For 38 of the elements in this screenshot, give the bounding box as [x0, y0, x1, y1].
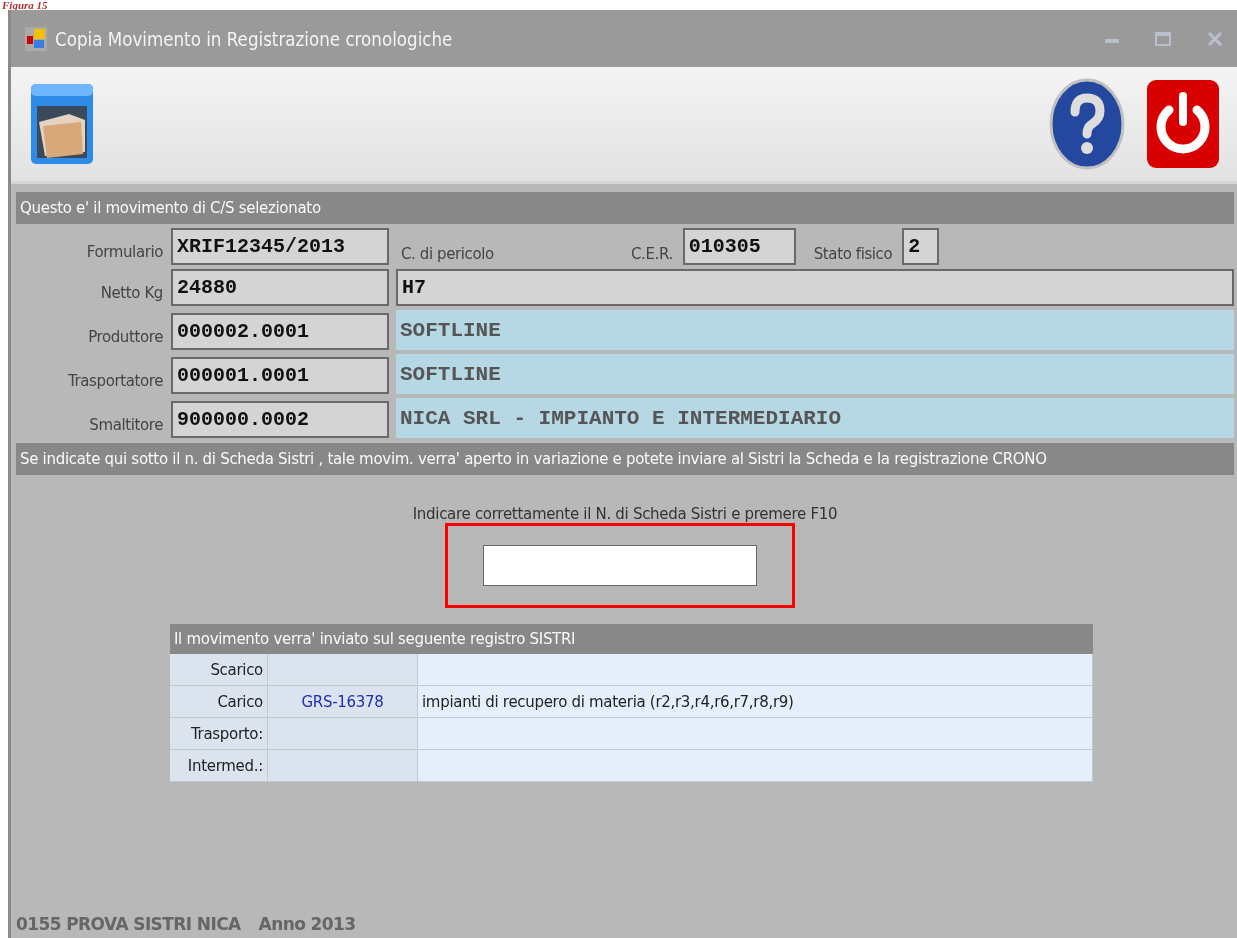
window-title: Copia Movimento in Registrazione cronologiche	[55, 27, 454, 50]
section-header: Questo e' il movimento di C/S selezionato	[16, 192, 1234, 224]
input-field[interactable]: 000001.0001	[171, 357, 389, 394]
table-cell: Scarico	[170, 654, 268, 685]
name-field: NICA SRL - IMPIANTO E INTERMEDIARIO	[396, 398, 1234, 438]
input-field[interactable]: H7	[396, 269, 1234, 306]
table-cell: impianti di recupero di materia (r2,r3,r4,r6,r7,r8,r9)	[418, 686, 1093, 717]
name-field: SOFTLINE	[396, 354, 1234, 394]
company-label: 0155 PROVA SISTRI NICA	[16, 914, 241, 934]
field-label: Formulario	[85, 243, 164, 263]
info-bar: Se indicate qui sotto il n. di Scheda Sistri , tale movim. verra' aperto in variazione e potete inviare al Sistri la Scheda e la registrazione CRONO	[16, 443, 1234, 475]
field-label: C. di pericolo	[401, 245, 495, 265]
input-field[interactable]: 900000.0002	[171, 401, 389, 438]
input-field[interactable]: 000002.0001	[171, 313, 389, 350]
field-label: Netto Kg	[99, 284, 164, 304]
field-label: Trasportatore	[67, 372, 164, 392]
table-cell: Carico	[170, 686, 268, 717]
input-field[interactable]: XRIF12345/2013	[171, 228, 389, 265]
table-cell: Intermed.:	[170, 750, 268, 781]
input-field[interactable]	[483, 545, 757, 586]
field-label: Stato fisico	[813, 245, 893, 265]
table-header: Il movimento verra' inviato sul seguente registro SISTRI	[170, 624, 1093, 654]
help-icon[interactable]	[1049, 78, 1125, 170]
name-field: SOFTLINE	[396, 310, 1234, 350]
power-icon[interactable]	[1145, 78, 1221, 170]
field-label: Produttore	[87, 328, 164, 348]
field-label: C.E.R.	[631, 245, 673, 265]
field-label: Smaltitore	[88, 416, 164, 436]
input-field[interactable]: 2	[902, 228, 940, 265]
prompt-text: Indicare correttamente il N. di Scheda Sistri e premere F10	[411, 505, 839, 523]
table-cell: GRS-16378	[268, 686, 418, 717]
year-label: Anno 2013	[258, 914, 356, 934]
app-icon	[25, 26, 47, 51]
table-cell: Trasporto:	[170, 718, 268, 749]
input-field[interactable]: 010305	[682, 228, 796, 265]
file-cabinet-icon[interactable]	[29, 82, 95, 166]
input-field[interactable]: 24880	[171, 269, 389, 306]
figure-caption: Figura 15	[1, 0, 49, 10]
